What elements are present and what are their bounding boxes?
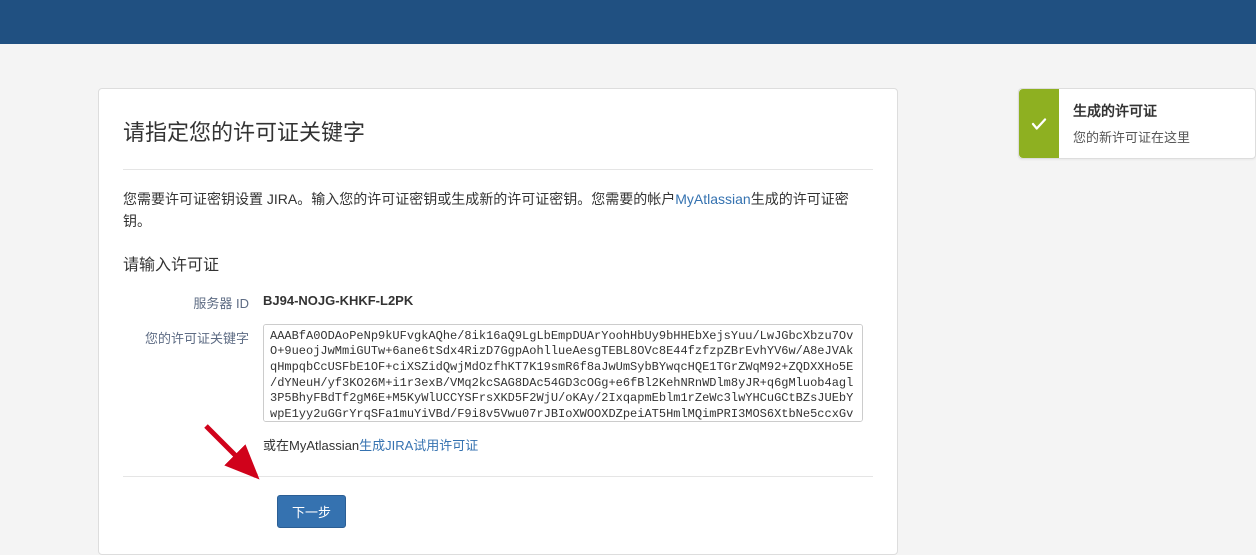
description-text: 您需要许可证密钥设置 JIRA。输入您的许可证密钥或生成新的许可证密钥。您需要的… — [123, 188, 873, 233]
subheading: 请输入许可证 — [123, 251, 873, 275]
license-form-card: 请指定您的许可证关键字 您需要许可证密钥设置 JIRA。输入您的许可证密钥或生成… — [98, 88, 898, 555]
toast-message: 您的新许可证在这里 — [1073, 127, 1241, 146]
success-toast: 生成的许可证 您的新许可证在这里 — [1018, 88, 1256, 159]
myatlassian-link[interactable]: MyAtlassian — [675, 191, 750, 207]
server-id-value: BJ94-NOJG-KHKF-L2PK — [263, 289, 873, 308]
license-key-row: 您的许可证关键字 或在MyAtlassian生成JIRA试用许可证 — [123, 324, 873, 454]
check-icon — [1019, 89, 1059, 158]
server-id-row: 服务器 ID BJ94-NOJG-KHKF-L2PK — [123, 289, 873, 312]
alt-pre: 或在MyAtlassian — [263, 438, 359, 453]
page-title: 请指定您的许可证关键字 — [123, 115, 873, 147]
toast-title: 生成的许可证 — [1073, 101, 1241, 121]
top-bar — [0, 0, 1256, 44]
divider — [123, 169, 873, 170]
next-button[interactable]: 下一步 — [277, 495, 346, 528]
button-row: 下一步 — [123, 495, 873, 528]
license-key-label: 您的许可证关键字 — [123, 324, 263, 347]
alt-license-text: 或在MyAtlassian生成JIRA试用许可证 — [263, 435, 873, 454]
desc-pre: 您需要许可证密钥设置 JIRA。输入您的许可证密钥或生成新的许可证密钥。您需要的… — [123, 191, 675, 207]
license-key-textarea[interactable] — [263, 324, 863, 422]
server-id-label: 服务器 ID — [123, 289, 263, 312]
generate-trial-link[interactable]: 生成JIRA试用许可证 — [359, 438, 478, 453]
divider — [123, 476, 873, 477]
toast-body: 生成的许可证 您的新许可证在这里 — [1059, 89, 1255, 158]
